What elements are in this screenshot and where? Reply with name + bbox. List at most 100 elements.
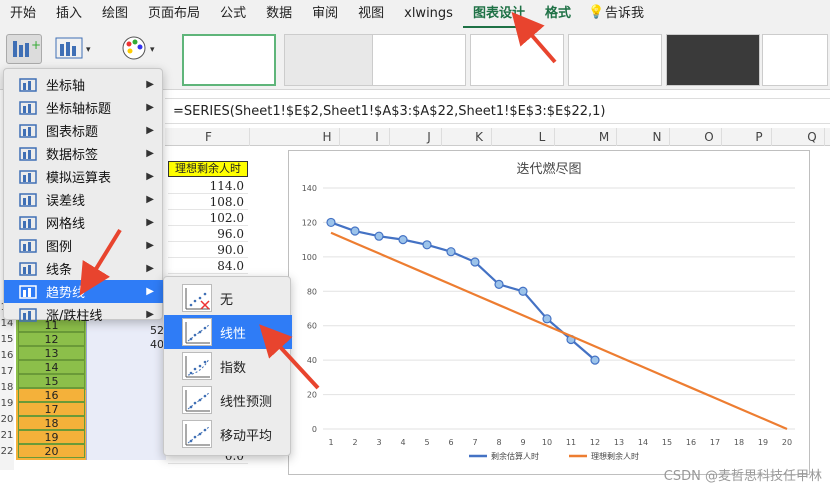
chart-style-5[interactable] xyxy=(568,34,662,86)
menu-item-chart-title[interactable]: 图表标题 ▶ xyxy=(4,119,164,142)
data-point[interactable] xyxy=(542,314,552,324)
tab-3[interactable]: 页面布局 xyxy=(138,0,210,28)
column-header-q[interactable]: Q xyxy=(800,128,825,146)
data-point[interactable] xyxy=(398,235,408,245)
row-number[interactable]: 20 xyxy=(0,412,14,428)
tab-7[interactable]: 视图 xyxy=(348,0,394,28)
a-cell[interactable]: 19 xyxy=(18,430,85,444)
column-header-l[interactable]: L xyxy=(530,128,555,146)
menu-item-up-down-bars[interactable]: 涨/跌柱线 ▶ xyxy=(4,303,164,326)
f-cell[interactable]: 102.0 xyxy=(168,210,248,226)
a-cell[interactable]: 15 xyxy=(18,374,85,388)
trendline-option-3[interactable]: 线性预测 xyxy=(164,383,292,417)
a-cell[interactable]: 20 xyxy=(18,444,85,458)
menu-item-data-label[interactable]: 数据标签 ▶ xyxy=(4,142,164,165)
menu-item-data-table[interactable]: 模拟运算表 ▶ xyxy=(4,165,164,188)
a-cell[interactable]: 17 xyxy=(18,402,85,416)
f-column-header[interactable]: 理想剩余人时 xyxy=(168,161,248,177)
no-trendline-icon xyxy=(182,284,212,312)
tab-2[interactable]: 绘图 xyxy=(92,0,138,28)
menu-item-legend[interactable]: 图例 ▶ xyxy=(4,234,164,257)
data-point[interactable] xyxy=(470,257,480,267)
change-colors-button[interactable]: ▾ xyxy=(118,34,164,64)
add-chart-element-button[interactable]: + xyxy=(6,34,42,64)
row-number[interactable]: 19 xyxy=(0,396,14,412)
row-number[interactable]: 22 xyxy=(0,444,14,460)
a-cell[interactable]: 12 xyxy=(18,332,85,346)
data-point[interactable] xyxy=(374,231,384,241)
data-point[interactable] xyxy=(422,240,432,250)
menu-item-gridlines[interactable]: 网格线 ▶ xyxy=(4,211,164,234)
svg-text:+: + xyxy=(31,38,41,52)
series-line-1[interactable] xyxy=(330,231,788,431)
burndown-chart[interactable]: 迭代燃尽图 0 20 40 60 80 100 120 140 1 2 3 4 5 6 7 8 9 10 11 12 13… xyxy=(288,150,810,475)
data-point[interactable] xyxy=(446,247,456,257)
tab-0[interactable]: 开始 xyxy=(0,0,46,28)
tab-4[interactable]: 公式 xyxy=(210,0,256,28)
menu-item-label: 线条 xyxy=(46,263,73,278)
column-header-n[interactable]: N xyxy=(645,128,670,146)
a-cell[interactable]: 14 xyxy=(18,360,85,374)
e-cell[interactable]: 40 xyxy=(150,338,164,351)
trendline-option-0[interactable]: 无 xyxy=(164,281,292,315)
chart-style-1[interactable] xyxy=(182,34,276,86)
row-number[interactable]: 15 xyxy=(0,332,14,348)
quick-layout-button[interactable]: ▾ xyxy=(52,34,96,64)
row-number[interactable]: 18 xyxy=(0,380,14,396)
f-cell[interactable]: 108.0 xyxy=(168,194,248,210)
column-header-f[interactable]: F xyxy=(168,128,250,146)
tab-6[interactable]: 审阅 xyxy=(302,0,348,28)
f-cell[interactable]: 114.0 xyxy=(168,178,248,194)
menu-item-lines[interactable]: 线条 ▶ xyxy=(4,257,164,280)
tab-9[interactable]: 图表设计 xyxy=(462,0,535,28)
row-number[interactable]: 17 xyxy=(0,364,14,380)
chart-style-6[interactable] xyxy=(666,34,760,86)
x-tick-label: 9 xyxy=(520,438,525,447)
chevron-right-icon: ▶ xyxy=(146,217,154,228)
tab-1[interactable]: 插入 xyxy=(46,0,92,28)
chart-style-7[interactable] xyxy=(762,34,828,86)
a-cell[interactable]: 16 xyxy=(18,388,85,402)
y-tick-label: 20 xyxy=(307,391,317,400)
lines-icon xyxy=(19,261,37,276)
column-header-o[interactable]: O xyxy=(697,128,722,146)
trendline-option-2[interactable]: 指数 xyxy=(164,349,292,383)
data-table-icon xyxy=(19,169,37,184)
row-number[interactable]: 16 xyxy=(0,348,14,364)
chart-style-4[interactable] xyxy=(470,34,564,86)
row-number[interactable]: 21 xyxy=(0,428,14,444)
column-header-h[interactable]: H xyxy=(315,128,340,146)
f-cell[interactable]: 90.0 xyxy=(168,242,248,258)
data-point[interactable] xyxy=(518,286,528,296)
trendline-option-4[interactable]: 移动平均 xyxy=(164,417,292,451)
a-cell[interactable]: 18 xyxy=(18,416,85,430)
menu-item-error-bar[interactable]: 误差线 ▶ xyxy=(4,188,164,211)
column-header-j[interactable]: J xyxy=(417,128,442,146)
column-header-i[interactable]: I xyxy=(365,128,390,146)
menu-item-axis[interactable]: 坐标轴 ▶ xyxy=(4,73,164,96)
chevron-right-icon: ▶ xyxy=(146,309,154,320)
chart-style-3[interactable] xyxy=(372,34,466,86)
a-cell[interactable]: 13 xyxy=(18,346,85,360)
formula-bar[interactable]: =SERIES(Sheet1!$E$2,Sheet1!$A$3:$A$22,Sh… xyxy=(165,98,830,124)
chart-style-2[interactable] xyxy=(284,34,378,86)
column-header-k[interactable]: K xyxy=(467,128,492,146)
data-point[interactable] xyxy=(590,355,600,365)
column-header-p[interactable]: P xyxy=(747,128,772,146)
f-cell[interactable]: 96.0 xyxy=(168,226,248,242)
data-point[interactable] xyxy=(350,226,360,236)
menu-item-trendline[interactable]: 趋势线 ▶ xyxy=(4,280,164,303)
chevron-right-icon: ▶ xyxy=(146,263,154,274)
linear-forecast-icon xyxy=(182,386,212,414)
f-cell[interactable]: 84.0 xyxy=(168,258,248,274)
trendline-option-1[interactable]: 线性 xyxy=(164,315,292,349)
tab-8[interactable]: xlwings xyxy=(394,0,463,28)
data-point[interactable] xyxy=(494,279,504,289)
data-point[interactable] xyxy=(326,217,336,228)
column-header-m[interactable]: M xyxy=(592,128,617,146)
menu-item-axis-title[interactable]: 坐标轴标题 ▶ xyxy=(4,96,164,119)
trendline-option-label: 无 xyxy=(220,292,234,308)
add-chart-element-menu: 坐标轴 ▶ 坐标轴标题 ▶ 图表标题 ▶ 数据标签 ▶ 模拟运算表 ▶ 误差线 ▶ 网格线 ▶ 图例 ▶ 线条 ▶… xyxy=(3,68,164,324)
tab-5[interactable]: 数据 xyxy=(256,0,302,28)
tab-10[interactable]: 格式 xyxy=(535,0,581,28)
